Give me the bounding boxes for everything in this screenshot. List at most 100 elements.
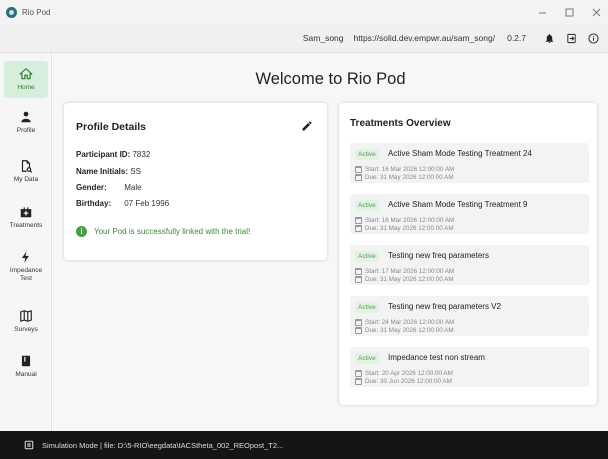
- calendar-icon: [355, 319, 362, 326]
- treatment-start-date: Start: 24 Mar 2026 12:00:00 AM: [355, 319, 454, 326]
- version-label: 0.2.7: [507, 33, 526, 43]
- gender-label: Gender:: [76, 183, 107, 192]
- calendar-icon: [355, 225, 362, 232]
- treatment-start-date: Start: 17 Mar 2026 12:00:00 AM: [355, 268, 454, 275]
- profile-card-title: Profile Details: [76, 121, 147, 133]
- medical-bag-icon: [18, 204, 34, 220]
- name-initials-value: SS: [130, 167, 141, 176]
- treatment-start-date: Start: 16 Mar 2026 12:00:00 AM: [355, 217, 454, 224]
- sidebar-item-treatments[interactable]: Treatments: [4, 204, 48, 230]
- calendar-icon: [355, 268, 362, 275]
- due-date-text: Due: 31 May 2026 12:00:00 AM: [365, 174, 454, 181]
- window-titlebar: Rio Pod: [0, 0, 608, 24]
- calendar-icon: [355, 174, 362, 181]
- treatment-name: Impedance test non stream: [388, 353, 485, 362]
- sidebar-item-manual[interactable]: Manual: [4, 353, 48, 379]
- treatment-item[interactable]: Active Impedance test non stream Start: …: [350, 347, 589, 387]
- treatment-name: Active Sham Mode Testing Treatment 24: [388, 149, 532, 158]
- profile-details-card: Profile Details Participant ID: 7832 Nam…: [64, 103, 327, 260]
- treatment-name: Active Sham Mode Testing Treatment 9: [388, 200, 528, 209]
- status-bar: Simulation Mode | file: D:\5-RIO\eegdata…: [0, 431, 608, 459]
- participant-id-value: 7832: [132, 150, 151, 159]
- sidebar-item-label: My Data: [13, 176, 39, 183]
- sidebar-item-label: Profile: [16, 127, 36, 134]
- treatment-due-date: Due: 31 May 2026 12:00:00 AM: [355, 225, 454, 232]
- status-badge: Active: [355, 149, 379, 160]
- treatment-item[interactable]: Active Active Sham Mode Testing Treatmen…: [350, 194, 589, 234]
- minimize-button[interactable]: [528, 0, 556, 24]
- name-initials-field: Name Initials: SS: [76, 167, 141, 176]
- calendar-icon: [355, 327, 362, 334]
- sidebar-item-home[interactable]: Home: [4, 61, 48, 98]
- gender-value: Male: [124, 183, 142, 192]
- window-title: Rio Pod: [22, 7, 51, 17]
- status-text: Simulation Mode | file: D:\5-RIO\eegdata…: [42, 440, 284, 450]
- start-date-text: Start: 16 Mar 2026 12:00:00 AM: [365, 217, 455, 224]
- page-title: Welcome to Rio Pod: [255, 70, 406, 88]
- close-button[interactable]: [582, 0, 608, 24]
- treatment-due-date: Due: 31 May 2026 12:00:00 AM: [355, 174, 454, 181]
- app-header: Sam_song https://solid.dev.empwr.au/sam_…: [0, 24, 608, 53]
- info-button[interactable]: [584, 32, 602, 44]
- sidebar-item-label: Manual: [15, 371, 37, 378]
- sidebar-item-my-data[interactable]: My Data: [4, 158, 48, 184]
- start-date-text: Start: 20 Apr 2026 12:00:00 AM: [365, 370, 453, 377]
- calendar-icon: [355, 276, 362, 283]
- maximize-button[interactable]: [555, 0, 583, 24]
- main-content: Welcome to Rio Pod Profile Details Parti…: [53, 53, 608, 431]
- file-search-icon: [18, 158, 34, 174]
- bell-icon: [545, 33, 553, 43]
- simulation-icon: [24, 440, 34, 450]
- calendar-icon: [355, 166, 362, 173]
- treatment-due-date: Due: 31 May 2026 12:00:00 AM: [355, 276, 454, 283]
- start-date-text: Start: 17 Mar 2026 12:00:00 AM: [365, 268, 455, 275]
- birthday-label: Birthday:: [76, 199, 112, 208]
- gender-field: Gender: Male: [76, 183, 142, 192]
- treatment-start-date: Start: 20 Apr 2026 12:00:00 AM: [355, 370, 453, 377]
- minimize-icon: [538, 12, 546, 13]
- due-date-text: Due: 30 Jun 2026 12:00:00 AM: [365, 378, 452, 385]
- sidebar-item-label: Treatments: [9, 222, 43, 229]
- treatment-item[interactable]: Active Testing new freq parameters V2 St…: [350, 296, 589, 336]
- birthday-value: 07 Feb 1996: [124, 199, 170, 208]
- participant-id-field: Participant ID: 7832: [76, 150, 150, 159]
- pod-linked-message: Your Pod is successfully linked with the…: [94, 227, 251, 236]
- person-icon: [18, 109, 34, 125]
- treatment-start-date: Start: 16 Mar 2026 12:00:00 AM: [355, 166, 454, 173]
- treatment-due-date: Due: 31 May 2026 12:00:00 AM: [355, 327, 454, 334]
- birthday-field: Birthday: 07 Feb 1996: [76, 199, 169, 208]
- sidebar-item-label: Home: [17, 84, 35, 91]
- pod-url-label: https://solid.dev.empwr.au/sam_song/: [353, 33, 496, 43]
- sidebar-item-impedance-test[interactable]: Impedance Test: [4, 249, 48, 283]
- maximize-icon: [565, 8, 573, 16]
- status-badge: Active: [355, 200, 379, 211]
- due-date-text: Due: 31 May 2026 12:00:00 AM: [365, 327, 454, 334]
- treatment-item[interactable]: Active Testing new freq parameters Start…: [350, 245, 589, 285]
- treatments-card-title: Treatments Overview: [350, 118, 451, 129]
- calendar-icon: [355, 370, 362, 377]
- treatment-name: Testing new freq parameters: [388, 251, 489, 260]
- pencil-icon: [302, 121, 312, 131]
- due-date-text: Due: 31 May 2026 12:00:00 AM: [365, 276, 454, 283]
- status-badge: Active: [355, 302, 379, 313]
- edit-profile-button[interactable]: [299, 118, 315, 134]
- status-badge: Active: [355, 251, 379, 262]
- info-icon: i: [76, 226, 87, 237]
- info-icon: [587, 32, 599, 44]
- logout-icon: [566, 33, 576, 43]
- notifications-button[interactable]: [540, 33, 558, 44]
- logout-button[interactable]: [562, 33, 580, 44]
- sidebar-item-profile[interactable]: Profile: [4, 109, 48, 135]
- bolt-icon: [18, 249, 34, 265]
- treatment-due-date: Due: 30 Jun 2026 12:00:00 AM: [355, 378, 452, 385]
- start-date-text: Start: 24 Mar 2026 12:00:00 AM: [365, 319, 455, 326]
- username-label: Sam_song: [302, 33, 344, 43]
- sidebar-item-surveys[interactable]: Surveys: [4, 308, 48, 334]
- treatment-item[interactable]: Active Active Sham Mode Testing Treatmen…: [350, 143, 589, 183]
- treatment-name: Testing new freq parameters V2: [388, 302, 501, 311]
- home-icon: [18, 66, 34, 82]
- pod-linked-status: i Your Pod is successfully linked with t…: [76, 226, 250, 237]
- calendar-icon: [355, 378, 362, 385]
- sidebar-item-label: Impedance Test: [9, 267, 43, 282]
- map-icon: [18, 308, 34, 324]
